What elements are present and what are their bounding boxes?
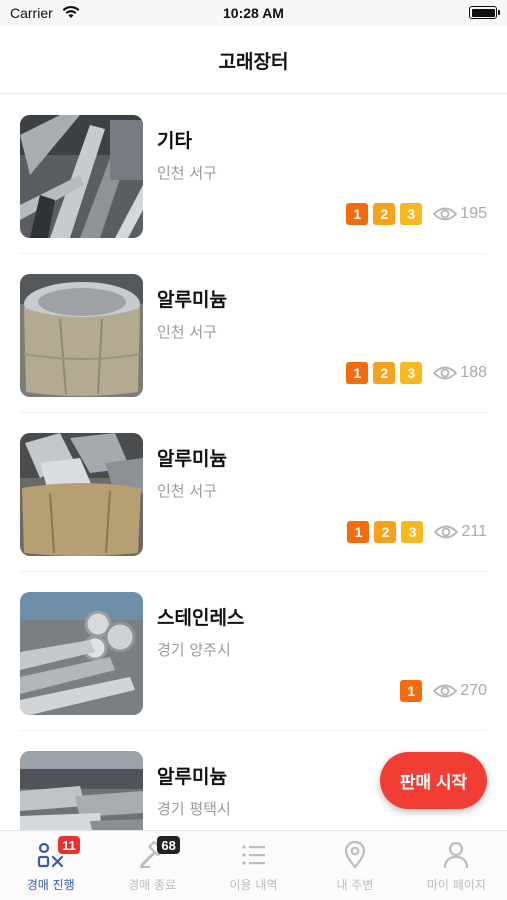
item-meta: 1 2 3 195 <box>346 203 487 225</box>
tab-auction-ended[interactable]: 68 경매 종료 <box>101 831 202 900</box>
view-count-value: 188 <box>460 364 487 381</box>
navigation-bar: 고래장터 <box>0 26 507 94</box>
round-badge: 2 <box>373 362 396 384</box>
tab-label: 경매 종료 <box>128 878 177 892</box>
tab-label: 내 주변 <box>336 878 374 892</box>
tab-my-page[interactable]: 마이 페이지 <box>406 831 507 900</box>
clock: 10:28 AM <box>223 5 284 21</box>
view-count-value: 270 <box>460 682 487 699</box>
tab-usage-history[interactable]: 이용 내역 <box>203 831 304 900</box>
item-photo <box>20 751 143 830</box>
list-item[interactable]: 알루미늄 인천 서구 1 2 3 188 <box>0 254 507 413</box>
item-meta: 1 2 3 211 <box>347 521 487 543</box>
round-badge: 1 <box>400 680 423 702</box>
list-item[interactable]: 스테인레스 경기 양주시 1 270 <box>0 572 507 731</box>
list-item[interactable]: 기타 인천 서구 1 2 3 195 <box>0 95 507 254</box>
tab-nearby[interactable]: 내 주변 <box>304 831 405 900</box>
item-title: 알루미늄 <box>157 448 227 470</box>
view-count: 188 <box>433 364 487 382</box>
tab-label: 이용 내역 <box>229 878 278 892</box>
person-icon <box>444 841 469 869</box>
item-title: 스테인레스 <box>157 607 245 629</box>
item-location: 경기 평택시 <box>157 800 231 818</box>
start-selling-button[interactable]: 판매 시작 <box>380 752 487 809</box>
list-icon <box>241 845 265 865</box>
item-location: 인천 서구 <box>157 323 217 341</box>
listing-list[interactable]: 기타 인천 서구 1 2 3 195 알루미늄 인천 서구 1 2 3 188 … <box>0 95 507 830</box>
item-meta: 1 270 <box>400 680 487 702</box>
round-badge: 1 <box>347 521 370 543</box>
item-photo <box>20 274 143 397</box>
item-location: 인천 서구 <box>157 164 217 182</box>
tab-bar: 11 경매 진행 68 경매 종료 이용 내역 내 주변 마이 페이지 <box>0 830 507 900</box>
page-title: 고래장터 <box>218 51 289 73</box>
view-count-value: 211 <box>461 523 487 540</box>
ongoing-count-badge: 11 <box>58 836 80 854</box>
location-pin-icon <box>344 840 366 869</box>
status-bar: Carrier 10:28 AM <box>0 0 507 26</box>
round-badge: 2 <box>373 203 396 225</box>
eye-icon <box>434 525 459 539</box>
eye-icon <box>433 366 458 380</box>
view-count: 211 <box>434 523 487 541</box>
tab-label: 마이 페이지 <box>426 878 486 892</box>
round-badge: 1 <box>346 203 369 225</box>
round-badge: 3 <box>400 362 423 384</box>
item-title: 기타 <box>157 130 192 152</box>
item-title: 알루미늄 <box>157 289 227 311</box>
round-badge: 1 <box>346 362 369 384</box>
ended-count-badge: 68 <box>157 836 180 854</box>
view-count: 195 <box>433 205 487 223</box>
item-location: 경기 양주시 <box>157 641 231 659</box>
eye-icon <box>433 207 458 221</box>
round-badge: 3 <box>401 521 424 543</box>
battery-icon <box>469 6 500 19</box>
view-count-value: 195 <box>460 205 487 222</box>
item-location: 인천 서구 <box>157 482 217 500</box>
list-item[interactable]: 알루미늄 인천 서구 1 2 3 211 <box>0 413 507 572</box>
tab-auction-ongoing[interactable]: 11 경매 진행 <box>0 831 101 900</box>
item-photo <box>20 592 143 715</box>
item-meta: 1 2 3 188 <box>346 362 487 384</box>
eye-icon <box>433 684 458 698</box>
round-badge: 2 <box>374 521 397 543</box>
tab-label: 경매 진행 <box>26 878 75 892</box>
view-count: 270 <box>433 682 487 700</box>
item-title: 알루미늄 <box>157 766 227 788</box>
item-photo <box>20 115 143 238</box>
item-photo <box>20 433 143 556</box>
round-badge: 3 <box>400 203 423 225</box>
